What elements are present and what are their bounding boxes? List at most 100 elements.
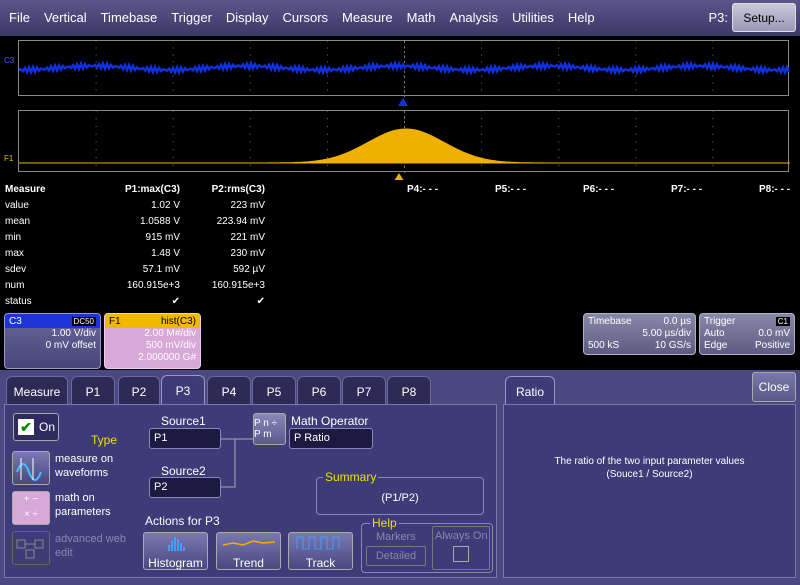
- menu-trigger[interactable]: Trigger: [164, 0, 219, 36]
- tab-p5[interactable]: P5: [252, 376, 296, 406]
- menu-math[interactable]: Math: [400, 0, 443, 36]
- menu-timebase[interactable]: Timebase: [94, 0, 165, 36]
- tab-ratio-help[interactable]: Ratio: [505, 376, 555, 406]
- trend-button[interactable]: Trend: [216, 532, 281, 570]
- col-p3[interactable]: P3:(P1/P2): [270, 182, 352, 198]
- f1-line1: 2.00 M#/div: [144, 328, 196, 339]
- trigger-title: Trigger: [704, 315, 736, 327]
- measure-row-label: sdev: [5, 264, 27, 275]
- timebase-samples: 500 kS: [588, 340, 620, 351]
- col-p7[interactable]: P7:- - -: [671, 182, 702, 198]
- source2-label: Source2: [161, 464, 206, 478]
- trigger-descriptor[interactable]: Trigger C1 Auto 0.0 mV Edge Positive: [699, 313, 795, 355]
- waveform-measure-icon: [16, 458, 42, 481]
- measure-row-mean: mean 1.0588 V 223.94 mV 4.728: [0, 214, 800, 230]
- col-p8[interactable]: P8:- - -: [759, 182, 790, 198]
- tab-measure[interactable]: Measure: [6, 376, 68, 406]
- measure-row-label: mean: [5, 216, 31, 227]
- measure-row-label: value: [5, 200, 29, 211]
- tab-p7[interactable]: P7: [342, 376, 386, 406]
- trigger-level: 0.0 mV: [758, 328, 790, 339]
- f1-descriptor-name: F1: [109, 315, 121, 327]
- math-on-parameters-button[interactable]: + − × ÷: [12, 491, 50, 525]
- p2-min-value: 221 mV: [230, 232, 265, 243]
- menu-display[interactable]: Display: [219, 0, 276, 36]
- f1-descriptor[interactable]: F1 hist(C3) 2.00 M#/div 500 mV/div 2.000…: [104, 313, 201, 369]
- measure-row-sdev: sdev 57.1 mV 592 µV 255e-3: [0, 262, 800, 278]
- p2-mean-value: 223.94 mV: [216, 216, 265, 227]
- measure-row-label: min: [5, 232, 22, 243]
- col-p5[interactable]: P5:- - -: [495, 182, 526, 198]
- menu-vertical[interactable]: Vertical: [37, 0, 94, 36]
- summary-label: Summary: [323, 470, 379, 484]
- measure-row-label: status: [5, 296, 32, 307]
- tab-p1[interactable]: P1: [71, 376, 115, 406]
- measure-header-row: Measure P1:max(C3) P2:rms(C3) P3:(P1/P2)…: [0, 182, 800, 198]
- p3-mean-value: 4.728: [326, 216, 352, 227]
- p2-sdev-value: 592 µV: [233, 264, 265, 275]
- close-button[interactable]: Close: [752, 372, 796, 402]
- menu-measure[interactable]: Measure: [335, 0, 400, 36]
- menu-bar: File Vertical Timebase Trigger Display C…: [0, 0, 800, 36]
- measure-on-waveforms-button[interactable]: [12, 451, 50, 485]
- always-on-checkbox[interactable]: [453, 546, 469, 562]
- trigger-type: Edge: [704, 340, 728, 351]
- c3-descriptor[interactable]: C3 DC50 1.00 V/div 0 mV offset: [4, 313, 101, 369]
- source1-label: Source1: [161, 414, 206, 428]
- c3-coupling-badge: DC50: [71, 316, 96, 326]
- timebase-descriptor[interactable]: Timebase 0.0 µs 5.00 µs/div 500 kS 10 GS…: [583, 313, 696, 355]
- col-p1[interactable]: P1:max(C3): [100, 182, 180, 198]
- c3-waveform-grid[interactable]: [18, 40, 790, 97]
- p3-sdev-value: 255e-3: [320, 264, 352, 275]
- f1-line3: 2.000000 G#: [138, 352, 196, 363]
- col-p4[interactable]: P4:- - -: [407, 182, 438, 198]
- measure-row-label: num: [5, 280, 25, 291]
- timebase-delay: 0.0 µs: [663, 315, 691, 327]
- help-line-2: (Souce1 / Source2): [606, 469, 693, 480]
- math-operator-button[interactable]: P n ÷ P m: [253, 413, 286, 445]
- type-web-label: advanced web edit: [55, 533, 126, 559]
- track-icon: [296, 536, 339, 550]
- p1-sdev-value: 57.1 mV: [142, 264, 180, 275]
- p3-setup-panel: ✔ On Type measure on waveforms + − × ÷ ma…: [4, 404, 497, 578]
- menu-utilities[interactable]: Utilities: [505, 0, 561, 36]
- col-p2[interactable]: P2:rms(C3): [185, 182, 265, 198]
- tab-p2[interactable]: P2: [118, 376, 160, 406]
- menu-cursors[interactable]: Cursors: [276, 0, 336, 36]
- tab-p4[interactable]: P4: [207, 376, 251, 406]
- active-parameter-label: P3:: [708, 10, 728, 25]
- ratio-operator-icon: P n ÷ P m: [254, 418, 278, 440]
- math-operator-field[interactable]: P Ratio: [289, 428, 373, 449]
- tab-p8[interactable]: P8: [387, 376, 431, 406]
- trigger-channel-badge: C1: [775, 316, 790, 326]
- tab-p3[interactable]: P3: [161, 375, 205, 405]
- f1-histogram-grid[interactable]: [18, 110, 790, 173]
- measure-row-max: max 1.48 V 230 mV 6.6: [0, 246, 800, 262]
- help-panel: The ratio of the two input parameter val…: [503, 404, 796, 578]
- help-text: The ratio of the two input parameter val…: [504, 455, 795, 481]
- track-button[interactable]: Track: [288, 532, 353, 570]
- type-math-label: math on parameters: [55, 492, 111, 518]
- summary-box: Summary (P1/P2): [316, 470, 484, 515]
- source1-field[interactable]: P1: [149, 428, 221, 449]
- source2-field[interactable]: P2: [149, 477, 221, 498]
- setup-dialog: Measure P1 P2 P3 P4 P5 P6 P7 P8 ✔ On Typ…: [0, 370, 800, 585]
- p3-min-value: 4.1: [338, 232, 352, 243]
- p3-on-toggle[interactable]: ✔ On: [13, 413, 59, 441]
- p2-num-value: 160.915e+3: [211, 280, 265, 291]
- setup-button[interactable]: Setup...: [732, 3, 796, 32]
- col-p6[interactable]: P6:- - -: [583, 182, 614, 198]
- histogram-button[interactable]: Histogram: [143, 532, 208, 570]
- f1-grid-svg: [19, 111, 790, 173]
- tab-p6[interactable]: P6: [297, 376, 341, 406]
- menu-help[interactable]: Help: [561, 0, 602, 36]
- menu-file[interactable]: File: [0, 0, 37, 36]
- p3-max-value: 6.6: [338, 248, 352, 259]
- advanced-web-edit-button[interactable]: [12, 531, 50, 565]
- actions-label: Actions for P3: [145, 514, 220, 528]
- track-label: Track: [305, 556, 336, 570]
- p1-min-value: 915 mV: [145, 232, 180, 243]
- menu-analysis[interactable]: Analysis: [443, 0, 505, 36]
- trend-label: Trend: [233, 556, 264, 570]
- markers-select[interactable]: Detailed: [366, 546, 426, 566]
